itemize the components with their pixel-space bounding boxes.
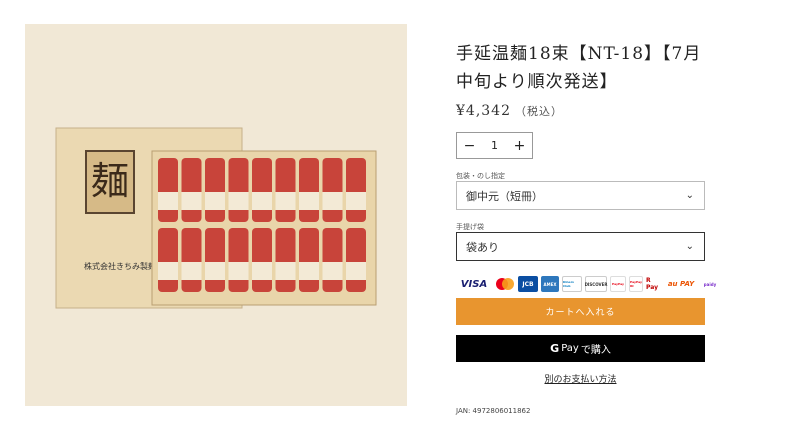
google-pay-button[interactable]: G Pay で購入 <box>456 335 705 362</box>
noodle-bundle <box>252 158 272 222</box>
noodle-bundle <box>205 228 225 292</box>
noodle-bundle <box>346 228 366 292</box>
noodle-bundle <box>322 228 343 292</box>
discover-icon: DISCOVER <box>585 276 607 292</box>
bag-select-value: 袋あり <box>466 240 499 254</box>
bundle-label <box>228 262 249 280</box>
wrapping-select-value: 御中元（短冊） <box>466 189 543 203</box>
mastercard-icon <box>495 276 515 292</box>
chevron-down-icon: ⌄ <box>685 190 694 201</box>
bag-label: 手提げ袋 <box>456 223 484 231</box>
visa-icon: VISA <box>460 278 488 290</box>
add-to-cart-button[interactable]: カートへ入れる <box>456 298 705 325</box>
jan-code: JAN: 4972806011862 <box>456 407 531 415</box>
product-title: 手延温麺18束【NT-18】【7月中旬より順次発送】 <box>456 44 702 92</box>
quantity-value[interactable]: 1 <box>482 139 507 152</box>
noodle-bundle <box>299 228 319 292</box>
noodle-bundle <box>158 158 178 222</box>
wrapping-label: 包装・のし指定 <box>456 172 505 180</box>
more-payment-options-link[interactable]: 別のお支払い方法 <box>456 372 705 385</box>
box-logo: 麺 <box>91 159 129 203</box>
bundle-label <box>181 192 202 210</box>
bundle-label <box>275 262 296 280</box>
bundle-label <box>322 192 343 210</box>
tax-note: （税込） <box>515 105 563 118</box>
paidy-icon: paidy <box>703 281 717 287</box>
noodle-bundle <box>275 228 296 292</box>
noodle-bundle <box>181 158 202 222</box>
bundle-label <box>322 262 343 280</box>
gpay-label: Pay <box>561 343 579 354</box>
product-image[interactable]: 麺 株式会社きちみ製麺 <box>25 24 407 406</box>
noodle-bundle <box>299 158 319 222</box>
noodle-bundle <box>228 228 249 292</box>
bundle-label <box>299 192 319 210</box>
noodle-bundle <box>205 158 225 222</box>
bundle-label <box>299 262 319 280</box>
amex-icon: AMEX <box>541 276 559 292</box>
noodle-bundle <box>275 158 296 222</box>
bundle-label <box>346 192 366 210</box>
bag-select[interactable]: 袋あり ⌄ <box>456 232 705 261</box>
bundle-label <box>181 262 202 280</box>
price: ¥4,342 （税込） <box>456 103 563 119</box>
price-value: ¥4,342 <box>456 103 511 119</box>
bundle-label <box>228 192 249 210</box>
noodle-bundle <box>228 158 249 222</box>
noodle-bundle <box>346 158 366 222</box>
quantity-decrease-button[interactable]: − <box>457 138 482 154</box>
bundle-label <box>275 192 296 210</box>
quantity-stepper[interactable]: − 1 + <box>456 132 533 159</box>
bundle-label <box>252 192 272 210</box>
bundle-label <box>205 262 225 280</box>
paypay-icon: PayPay <box>610 276 626 292</box>
rakuten-pay-icon: R Pay <box>646 277 659 291</box>
noodle-bundle <box>322 158 343 222</box>
bundle-label <box>346 262 366 280</box>
paypay-id-icon: PayPay ID <box>629 276 643 292</box>
jcb-icon: JCB <box>518 276 538 292</box>
box-brand: 株式会社きちみ製麺 <box>84 261 156 271</box>
payment-icons: VISA JCB AMEX Diners Club DISCOVER PayPa… <box>456 276 718 292</box>
bundle-label <box>158 262 178 280</box>
bundle-label <box>252 262 272 280</box>
google-g-icon: G <box>550 342 560 355</box>
noodle-bundle <box>158 228 178 292</box>
chevron-down-icon: ⌄ <box>685 241 694 252</box>
gpay-suffix: で購入 <box>580 345 611 356</box>
quantity-increase-button[interactable]: + <box>507 138 532 154</box>
noodle-bundle <box>252 228 272 292</box>
au-pay-icon: au PAY <box>667 280 695 288</box>
wrapping-select[interactable]: 御中元（短冊） ⌄ <box>456 181 705 210</box>
diners-icon: Diners Club <box>562 276 582 292</box>
bundle-label <box>158 192 178 210</box>
bundle-label <box>205 192 225 210</box>
noodle-bundle <box>181 228 202 292</box>
